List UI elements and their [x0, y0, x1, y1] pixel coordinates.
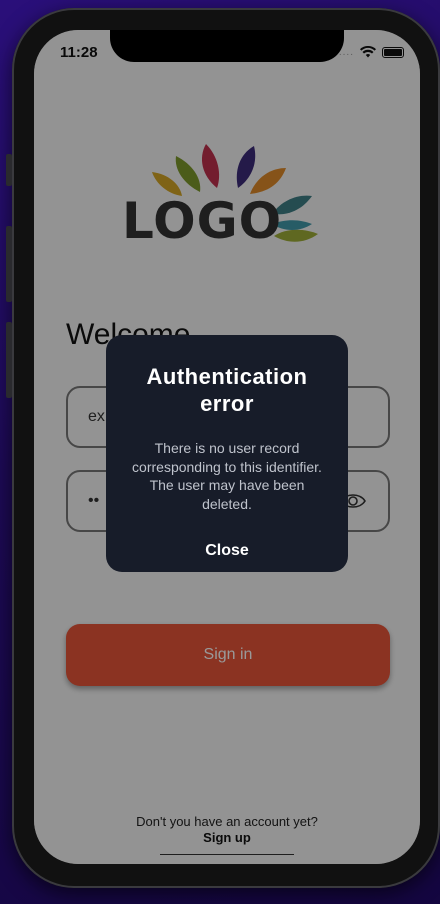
- close-button[interactable]: Close: [205, 542, 249, 560]
- phone-screen: 11:28 .... LOGO Welcome ex ••: [34, 30, 420, 864]
- dialog-message: There is no user record corresponding to…: [132, 440, 322, 512]
- auth-error-dialog: Authentication error There is no user re…: [106, 335, 348, 572]
- dialog-title: Authentication error: [146, 364, 308, 416]
- volume-down-button: [6, 322, 12, 398]
- mute-switch: [6, 154, 12, 186]
- volume-up-button: [6, 226, 12, 302]
